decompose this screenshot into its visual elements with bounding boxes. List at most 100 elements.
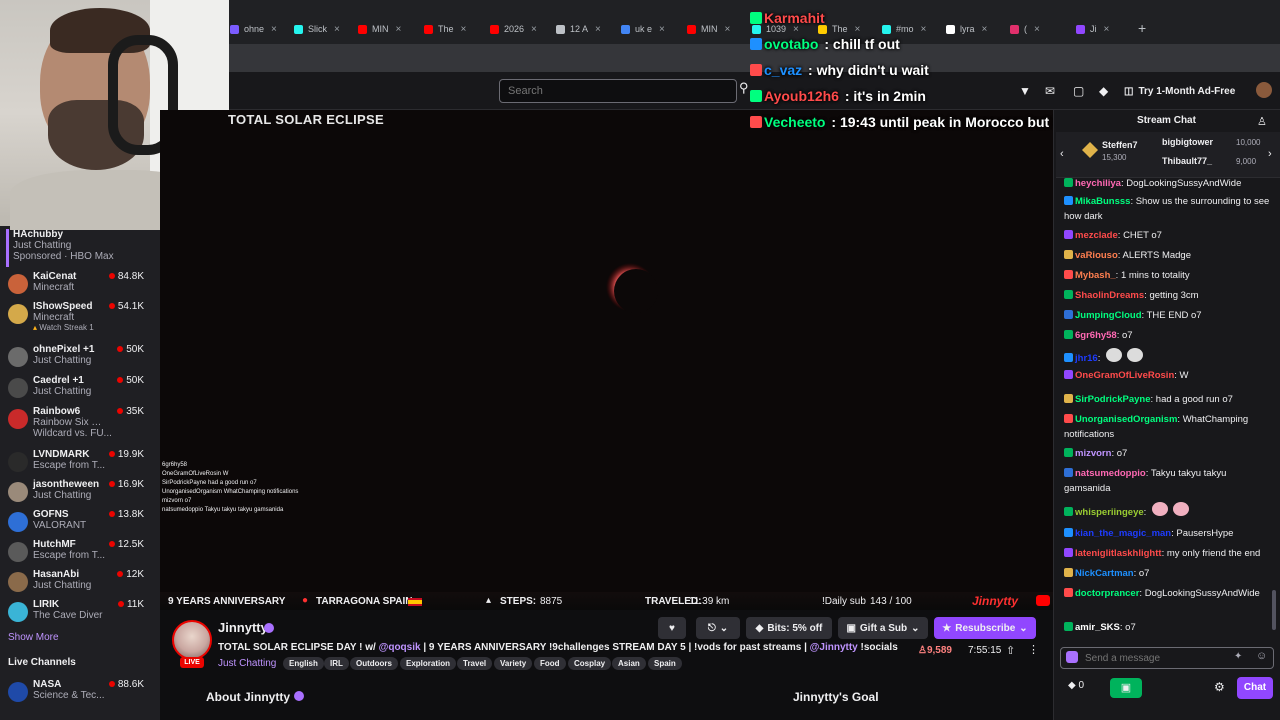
channel-name[interactable]: Jinnytty <box>218 620 268 635</box>
chat-message[interactable]: OneGramOfLiveRosin: W <box>1064 368 1272 383</box>
chat-message[interactable]: vaRiouso: ALERTS Madge <box>1064 248 1272 263</box>
bits-offer-button[interactable]: ◆ Bits: 5% off <box>746 617 832 639</box>
chat-username[interactable]: OneGramOfLiveRosin <box>1075 370 1174 381</box>
stream-tag[interactable]: Spain <box>648 657 682 670</box>
chat-message[interactable]: mizvorn: o7 <box>1064 446 1272 461</box>
chat-username[interactable]: Mybash_ <box>1075 270 1116 281</box>
close-icon[interactable]: × <box>855 24 861 35</box>
sidebar-channel[interactable]: IShowSpeed Minecraft 54.1K ▴ Watch Streak 1 <box>6 300 152 332</box>
close-icon[interactable]: × <box>659 24 665 35</box>
resubscribe-button[interactable]: ★ Resubscribe ⌄ <box>934 617 1036 639</box>
sidebar-channel[interactable]: LIRIK The Cave Diver 11K <box>6 598 152 626</box>
chat-username[interactable]: NickCartman <box>1075 568 1134 579</box>
chat-message[interactable]: amir_SKS: o7 <box>1064 620 1272 635</box>
chat-message[interactable]: natsumedoppio: Takyu takyu takyu gamsani… <box>1064 466 1272 496</box>
gift-sub-button[interactable]: ▣ Gift a Sub ⌄ <box>838 617 928 639</box>
chat-username[interactable]: mezclade <box>1075 230 1118 241</box>
show-more-link[interactable]: Show More <box>8 632 59 643</box>
sidebar-channel[interactable]: LVNDMARK Escape from T... 19.9K <box>6 448 152 476</box>
chat-username[interactable]: heychiliya <box>1075 178 1121 189</box>
search-input[interactable] <box>499 79 737 103</box>
close-icon[interactable]: × <box>461 24 467 35</box>
chat-username[interactable]: lateniglitlaskhlightt <box>1075 548 1162 559</box>
close-icon[interactable]: × <box>725 24 731 35</box>
chat-settings-gear-icon[interactable]: ⚙ <box>1214 680 1225 694</box>
browser-tab[interactable]: MIN × <box>358 18 418 40</box>
follow-heart-button[interactable]: ♥ <box>658 617 686 639</box>
notifications-button[interactable]: ⎋ ⌄ <box>696 617 740 639</box>
chat-message[interactable]: mezclade: CHET o7 <box>1064 228 1272 243</box>
stream-tag[interactable]: Food <box>534 657 566 670</box>
inbox-icon[interactable]: ✉ <box>1045 84 1055 98</box>
browser-tab[interactable]: ohne × <box>230 18 290 40</box>
chat-send-button[interactable]: Chat <box>1237 677 1273 699</box>
close-icon[interactable]: × <box>1104 24 1110 35</box>
chat-username[interactable]: SirPodrickPayne <box>1075 394 1151 405</box>
chevron-right-icon[interactable]: › <box>1268 148 1272 160</box>
browser-tab[interactable]: (× <box>1010 18 1070 40</box>
video-player[interactable] <box>160 110 1053 610</box>
sidebar-channel[interactable]: jasontheween Just Chatting 16.9K <box>6 478 152 506</box>
stream-category[interactable]: Just Chatting <box>218 658 276 669</box>
stream-tag[interactable]: English <box>283 657 324 670</box>
chat-username[interactable]: whisperiingeye <box>1075 507 1144 518</box>
close-icon[interactable]: × <box>1034 24 1040 35</box>
chat-username[interactable]: 6gr6hy58 <box>1075 330 1117 341</box>
sidebar-channel[interactable]: KaiCenat Minecraft 84.8K <box>6 270 152 298</box>
chat-username[interactable]: amir_SKS <box>1075 622 1120 633</box>
chat-message[interactable]: whisperiingeye: <box>1064 502 1272 520</box>
try-ad-free-button[interactable]: ◫ Try 1-Month Ad-Free <box>1124 82 1248 100</box>
prime-crown-icon[interactable]: ▼ <box>1019 84 1031 98</box>
browser-tab[interactable]: 2026 × <box>490 18 550 40</box>
chat-message[interactable]: UnorganisedOrganism: WhatChamping notifi… <box>1064 412 1272 442</box>
chat-username[interactable]: ShaolinDreams <box>1075 290 1144 301</box>
stream-tag[interactable]: Travel <box>457 657 493 670</box>
stream-tag[interactable]: Outdoors <box>350 657 398 670</box>
stream-tag[interactable]: IRL <box>324 657 349 670</box>
browser-tab[interactable]: 12 A × <box>556 18 616 40</box>
users-icon[interactable]: ♙ <box>1257 115 1267 128</box>
chat-message[interactable]: SirPodrickPayne: had a good run o7 <box>1064 392 1272 407</box>
close-icon[interactable]: × <box>982 24 988 35</box>
browser-tab[interactable]: MIN × <box>687 18 747 40</box>
chat-message[interactable]: 6gr6hy58: o7 <box>1064 328 1272 343</box>
chevron-left-icon[interactable]: ‹ <box>1060 148 1064 160</box>
browser-tab[interactable]: uk e × <box>621 18 681 40</box>
top-gifter-name[interactable]: Steffen7 <box>1102 140 1138 150</box>
chat-username[interactable]: jhr16 <box>1075 353 1098 364</box>
title-mention[interactable]: @qoqsik <box>379 642 421 653</box>
bits-icon[interactable]: ◆ <box>1099 84 1108 98</box>
channel-avatar[interactable] <box>172 620 212 660</box>
chat-username[interactable]: mizvorn <box>1075 448 1111 459</box>
more-options-icon[interactable]: ⋮ <box>1028 643 1039 656</box>
chat-username[interactable]: doctorprancer <box>1075 588 1139 599</box>
stream-tag[interactable]: Asian <box>612 657 646 670</box>
chat-username[interactable]: kian_the_magic_man <box>1075 528 1171 539</box>
gifter-3-name[interactable]: Thibault77_ <box>1162 156 1212 166</box>
stream-tag[interactable]: Variety <box>494 657 533 670</box>
sidebar-channel[interactable]: HutchMF Escape from T... 12.5K <box>6 538 152 566</box>
chat-message[interactable]: lateniglitlaskhlightt: my only friend th… <box>1064 546 1272 561</box>
share-icon[interactable]: ⇧ <box>1006 644 1015 657</box>
chat-message[interactable]: heychiliya: DogLookingSussyAndWide <box>1064 176 1272 191</box>
channel-points[interactable]: ◆ 0 <box>1068 680 1084 691</box>
live-channel[interactable]: NASA Science & Tec... 88.6K <box>6 678 152 706</box>
close-icon[interactable]: × <box>921 24 927 35</box>
chat-message[interactable]: JumpingCloud: THE END o7 <box>1064 308 1272 323</box>
chat-username[interactable]: natsumedoppio <box>1075 468 1146 479</box>
title-mention-2[interactable]: @Jinnytty <box>810 642 858 653</box>
sidebar-channel[interactable]: Rainbow6 Rainbow Six Si... 35K Wildcard vs.… <box>6 405 152 439</box>
browser-tab[interactable]: Slick × <box>294 18 354 40</box>
sidebar-channel[interactable]: Caedrel +1 Just Chatting 50K <box>6 374 152 402</box>
sidebar-channel[interactable]: HasanAbi Just Chatting 12K <box>6 568 152 596</box>
stream-tag[interactable]: Exploration <box>400 657 457 670</box>
chat-username[interactable]: UnorganisedOrganism <box>1075 414 1177 425</box>
chat-message[interactable]: kian_the_magic_man: PausersHype <box>1064 526 1272 541</box>
gifter-2-name[interactable]: bigbigtower <box>1162 137 1213 147</box>
close-icon[interactable]: × <box>396 24 402 35</box>
sidebar-channel[interactable]: ohnePixel +1 Just Chatting 50K <box>6 343 152 371</box>
close-icon[interactable]: × <box>334 24 340 35</box>
close-icon[interactable]: × <box>531 24 537 35</box>
chat-message[interactable]: ShaolinDreams: getting 3cm <box>1064 288 1272 303</box>
sponsored-channel[interactable]: HAchubby Just Chatting Sponsored · HBO M… <box>6 229 154 267</box>
